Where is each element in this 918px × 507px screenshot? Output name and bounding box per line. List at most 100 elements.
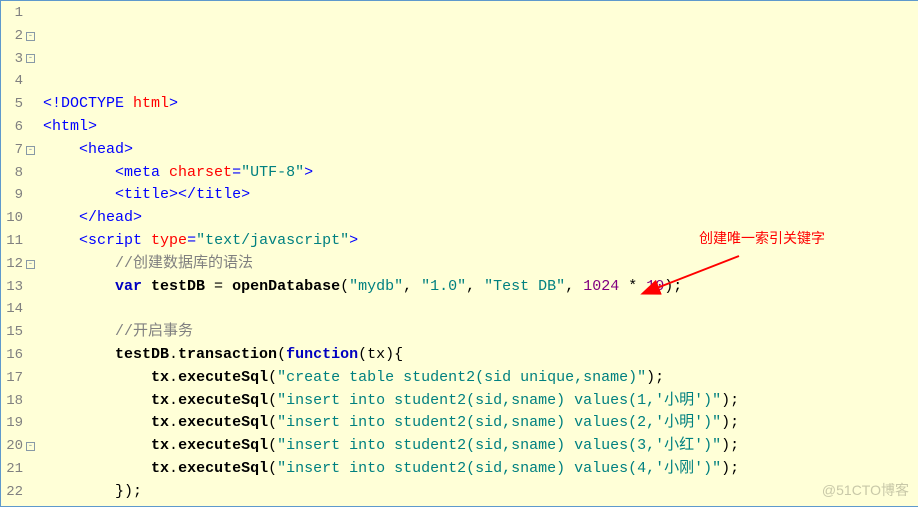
code-token: tx [367, 344, 385, 367]
code-token: "insert into student2(sid,sname) values(… [277, 390, 721, 413]
code-line[interactable]: tx.executeSql("insert into student2(sid,… [43, 435, 918, 458]
code-token: transaction [178, 344, 277, 367]
code-token: < [115, 184, 124, 207]
code-token: //创建数据库的语法 [115, 253, 253, 276]
code-line[interactable]: <title></title> [43, 184, 918, 207]
code-token: < [79, 230, 88, 253]
code-token: . [169, 458, 178, 481]
code-line[interactable]: tx.executeSql("insert into student2(sid,… [43, 412, 918, 435]
code-line[interactable]: tx.executeSql("insert into student2(sid,… [43, 390, 918, 413]
code-token: 10 [646, 276, 664, 299]
code-token: = [232, 162, 241, 185]
code-line[interactable]: }); [43, 481, 918, 504]
code-line[interactable]: <!DOCTYPE html> [43, 93, 918, 116]
fold-toggle-icon[interactable]: - [26, 54, 35, 63]
code-token: DOCTYPE [61, 93, 133, 116]
code-token: . [169, 367, 178, 390]
code-token: var [115, 276, 151, 299]
code-line[interactable]: <meta charset="UTF-8"> [43, 162, 918, 185]
code-token [43, 458, 151, 481]
code-line[interactable]: //开启事务 [43, 321, 918, 344]
code-token: type [151, 230, 187, 253]
code-token: ( [268, 412, 277, 435]
code-line[interactable]: <script type="text/javascript"> [43, 230, 918, 253]
code-token: > [241, 184, 250, 207]
code-token: , [466, 276, 484, 299]
code-token: ( [277, 344, 286, 367]
code-line[interactable] [43, 298, 918, 321]
code-line[interactable]: <html> [43, 116, 918, 139]
code-token: ( [358, 344, 367, 367]
code-editor[interactable]: 12-3-4567-89101112-1314151617181920-2122… [1, 1, 918, 506]
line-number: 6 [1, 116, 35, 139]
code-token: script [88, 230, 151, 253]
code-token: "create table student2(sid unique,sname)… [277, 367, 646, 390]
code-token: executeSql [178, 412, 268, 435]
fold-toggle-icon[interactable]: - [26, 146, 35, 155]
code-token [43, 412, 151, 435]
code-token: 1024 [583, 276, 628, 299]
code-token: head [97, 207, 133, 230]
line-number: 10 [1, 207, 35, 230]
line-number: 9 [1, 184, 35, 207]
code-token: tx [151, 435, 169, 458]
code-token: html [52, 116, 88, 139]
code-token: > [151, 504, 160, 507]
fold-toggle-icon[interactable]: - [26, 442, 35, 451]
code-token: . [169, 412, 178, 435]
line-number: 13 [1, 276, 35, 299]
code-token [43, 162, 115, 185]
code-token: > [349, 230, 358, 253]
fold-toggle-icon[interactable]: - [26, 32, 35, 41]
line-number: 21 [1, 458, 35, 481]
code-token: . [169, 390, 178, 413]
code-token: > [304, 162, 313, 185]
code-token: ); [721, 458, 739, 481]
code-token: ){ [385, 344, 403, 367]
code-line[interactable]: <head> [43, 139, 918, 162]
code-line[interactable]: tx.executeSql("insert into student2(sid,… [43, 458, 918, 481]
code-token: ></ [169, 184, 196, 207]
code-token: title [124, 184, 169, 207]
code-token: executeSql [178, 458, 268, 481]
code-token: "1.0" [421, 276, 466, 299]
code-token: , [565, 276, 583, 299]
code-token: ); [721, 390, 739, 413]
code-token: > [124, 139, 133, 162]
code-token: ( [268, 367, 277, 390]
code-token: . [169, 344, 178, 367]
code-token: ); [664, 276, 682, 299]
code-line[interactable]: var testDB = openDatabase("mydb", "1.0",… [43, 276, 918, 299]
code-token: > [88, 116, 97, 139]
line-number: 16 [1, 344, 35, 367]
code-line[interactable]: tx.executeSql("create table student2(sid… [43, 367, 918, 390]
code-token: testDB [115, 344, 169, 367]
line-number: 12- [1, 253, 35, 276]
code-token: "insert into student2(sid,sname) values(… [277, 412, 721, 435]
line-number: 22 [1, 481, 35, 504]
line-number: 1 [1, 2, 35, 25]
code-token [43, 207, 79, 230]
line-number: 11 [1, 230, 35, 253]
line-number: 14 [1, 298, 35, 321]
code-line[interactable]: //创建数据库的语法 [43, 253, 918, 276]
code-token: }); [115, 481, 142, 504]
code-token [43, 139, 79, 162]
code-area[interactable]: <!DOCTYPE html><html> <head> <meta chars… [39, 1, 918, 506]
code-token: </ [79, 207, 97, 230]
fold-toggle-icon[interactable]: - [26, 260, 35, 269]
code-token: > [169, 93, 178, 116]
code-token: <! [43, 93, 61, 116]
code-line[interactable]: testDB.transaction(function(tx){ [43, 344, 918, 367]
code-line[interactable]: </head> [43, 207, 918, 230]
code-token: </ [79, 504, 97, 507]
code-token: function [286, 344, 358, 367]
code-token: tx [151, 458, 169, 481]
code-token [43, 253, 115, 276]
code-token: ( [268, 390, 277, 413]
code-token: "insert into student2(sid,sname) values(… [277, 458, 721, 481]
code-token [43, 230, 79, 253]
code-line[interactable]: </script> [43, 504, 918, 507]
code-token: < [79, 139, 88, 162]
line-number: 7- [1, 139, 35, 162]
